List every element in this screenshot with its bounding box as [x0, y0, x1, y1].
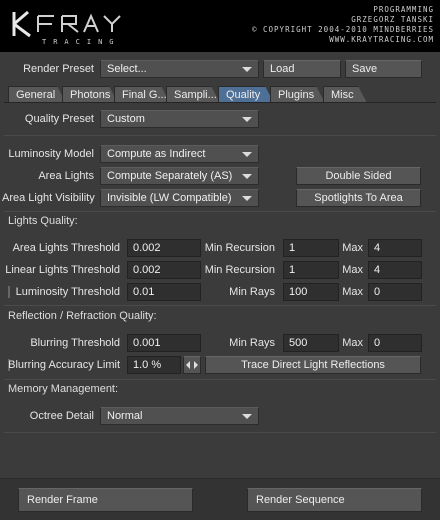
tab-sampling[interactable]: Sampli... — [166, 86, 220, 103]
octree-detail-select[interactable]: Normal — [100, 407, 259, 425]
chevron-down-icon — [242, 152, 252, 157]
max-label: Max — [342, 337, 363, 349]
chevron-down-icon — [242, 67, 252, 72]
min-recursion-label: Min Recursion — [204, 242, 275, 254]
credit-line: © COPYRIGHT 2004-2010 MINDBERRIES — [251, 25, 434, 34]
chevron-down-icon — [242, 174, 252, 179]
luminosity-model-value: Compute as Indirect — [107, 148, 206, 160]
tab-divider — [4, 102, 436, 103]
chevron-down-icon — [242, 117, 252, 122]
separator — [4, 432, 436, 433]
credit-line: GRZEGORZ TANSKI — [351, 15, 434, 24]
luminosity-model-label: Luminosity Model — [8, 148, 94, 160]
luminosity-threshold-input[interactable]: 0.01 — [127, 283, 201, 301]
octree-detail-value: Normal — [107, 410, 143, 422]
kray-logo: TRACING — [12, 10, 121, 46]
min-rays-label: Min Rays — [229, 286, 275, 298]
memory-management-heading: Memory Management: — [8, 383, 119, 395]
tab-general[interactable]: General — [8, 86, 66, 103]
blurring-accuracy-input[interactable]: 1.0 % — [127, 356, 181, 374]
logo-subtext: TRACING — [42, 38, 121, 46]
tab-photons[interactable]: Photons — [62, 86, 118, 103]
tab-misc[interactable]: Misc — [323, 86, 367, 103]
min-rays-label: Min Rays — [229, 337, 275, 349]
render-preset-label: Render Preset — [23, 63, 94, 75]
max-label: Max — [342, 264, 363, 276]
octree-detail-label: Octree Detail — [29, 410, 94, 422]
linear-lights-threshold-label: Linear Lights Threshold — [5, 264, 120, 276]
linear-lights-threshold-input[interactable]: 0.002 — [127, 261, 201, 279]
blurring-threshold-label: Blurring Threshold — [30, 337, 120, 349]
credits-block: PROGRAMMING GRZEGORZ TANSKI © COPYRIGHT … — [252, 5, 434, 45]
area-light-visibility-label: Area Light Visibility — [2, 192, 95, 204]
area-light-visibility-value: Invisible (LW Compatible) — [107, 192, 232, 204]
render-preset-value: Select... — [107, 63, 147, 75]
blurring-accuracy-label: Blurring Accuracy Limit — [8, 359, 120, 371]
credit-line: WWW.KRAYTRACING.COM — [329, 35, 434, 44]
area-max-recursion-input[interactable]: 4 — [368, 239, 422, 257]
trace-direct-light-reflections-toggle[interactable]: Trace Direct Light Reflections — [205, 356, 421, 374]
area-lights-threshold-label: Area Lights Threshold — [12, 242, 120, 254]
luminosity-min-rays-input[interactable]: 100 — [283, 283, 339, 301]
quality-preset-value: Custom — [107, 113, 145, 125]
render-frame-button[interactable]: Render Frame — [18, 488, 193, 512]
blurring-min-rays-input[interactable]: 500 — [283, 334, 339, 352]
separator — [4, 211, 436, 212]
max-label: Max — [342, 286, 363, 298]
render-sequence-button[interactable]: Render Sequence — [247, 488, 422, 512]
chevron-down-icon — [242, 196, 252, 201]
separator — [4, 305, 436, 306]
area-lights-threshold-input[interactable]: 0.002 — [127, 239, 201, 257]
quality-preset-select[interactable]: Custom — [100, 110, 259, 128]
render-preset-select[interactable]: Select... — [100, 60, 259, 78]
area-lights-select[interactable]: Compute Separately (AS) — [100, 167, 259, 185]
blurring-max-rays-input[interactable]: 0 — [368, 334, 422, 352]
area-light-visibility-select[interactable]: Invisible (LW Compatible) — [100, 189, 259, 207]
save-button[interactable]: Save — [345, 60, 422, 78]
tab-quality[interactable]: Quality — [218, 86, 274, 103]
area-lights-label: Area Lights — [38, 170, 94, 182]
luminosity-threshold-label: Luminosity Threshold — [15, 286, 120, 298]
max-label: Max — [342, 242, 363, 254]
luminosity-model-select[interactable]: Compute as Indirect — [100, 145, 259, 163]
area-lights-value: Compute Separately (AS) — [107, 170, 233, 182]
header-banner: TRACING PROGRAMMING GRZEGORZ TANSKI © CO… — [0, 0, 440, 52]
left-right-arrows-icon — [186, 361, 198, 369]
lights-quality-heading: Lights Quality: — [8, 215, 78, 227]
quality-preset-label: Quality Preset — [24, 113, 94, 125]
linear-min-recursion-input[interactable]: 1 — [283, 261, 339, 279]
linear-max-recursion-input[interactable]: 4 — [368, 261, 422, 279]
blurring-threshold-input[interactable]: 0.001 — [127, 334, 201, 352]
spotlights-to-area-toggle[interactable]: Spotlights To Area — [296, 189, 421, 207]
area-min-recursion-input[interactable]: 1 — [283, 239, 339, 257]
chevron-down-icon — [242, 414, 252, 419]
load-button[interactable]: Load — [263, 60, 341, 78]
tab-final-gather[interactable]: Final G... — [114, 86, 170, 103]
credit-line: PROGRAMMING — [373, 5, 434, 14]
reflection-quality-heading: Reflection / Refraction Quality: — [8, 310, 157, 322]
separator — [4, 379, 436, 380]
min-recursion-label: Min Recursion — [204, 264, 275, 276]
luminosity-max-rays-input[interactable]: 0 — [368, 283, 422, 301]
tab-plugins[interactable]: Plugins — [270, 86, 325, 103]
double-sided-toggle[interactable]: Double Sided — [296, 167, 421, 185]
slider-arrows-icon[interactable] — [183, 356, 201, 374]
separator — [4, 135, 436, 136]
